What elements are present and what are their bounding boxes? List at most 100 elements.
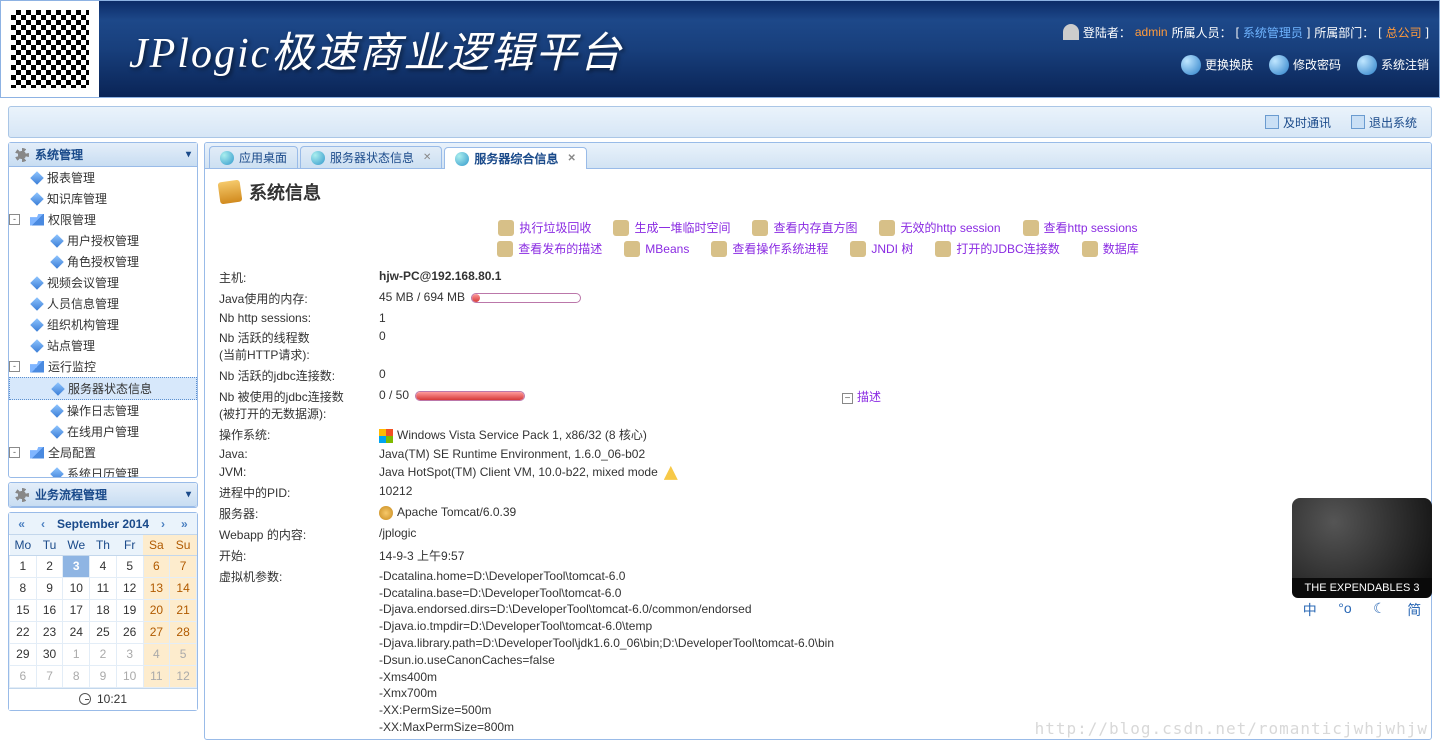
- cal-day[interactable]: 16: [36, 599, 63, 621]
- floating-widget[interactable]: THE EXPENDABLES 3 中 °o ☾ 简: [1292, 498, 1432, 620]
- cal-day[interactable]: 30: [36, 643, 63, 665]
- cal-day[interactable]: 19: [116, 599, 143, 621]
- cal-day[interactable]: 18: [90, 599, 117, 621]
- action-link[interactable]: 数据库: [1082, 240, 1139, 257]
- action-link[interactable]: 执行垃圾回收: [498, 219, 591, 236]
- cal-next[interactable]: »: [177, 517, 192, 531]
- cal-day[interactable]: 6: [10, 665, 37, 687]
- cal-day[interactable]: 12: [116, 577, 143, 599]
- cal-day[interactable]: 4: [90, 555, 117, 577]
- nav-tree[interactable]: 报表管理知识库管理-权限管理用户授权管理角色授权管理视频会议管理人员信息管理组织…: [9, 167, 197, 477]
- cal-day[interactable]: 9: [90, 665, 117, 687]
- cal-day[interactable]: 2: [90, 643, 117, 665]
- cal-day[interactable]: 8: [63, 665, 90, 687]
- action-link[interactable]: 查看http sessions: [1023, 219, 1138, 236]
- widget-btn-night[interactable]: ☾: [1373, 600, 1386, 620]
- cal-day[interactable]: 20: [143, 599, 170, 621]
- cal-day[interactable]: 14: [170, 577, 197, 599]
- widget-btn-simp[interactable]: 简: [1407, 600, 1421, 620]
- cal-next-month[interactable]: ›: [157, 517, 169, 531]
- nav-item-label: 站点管理: [47, 337, 95, 354]
- widget-btn-lang[interactable]: 中: [1303, 600, 1317, 620]
- cal-prev-month[interactable]: ‹: [37, 517, 49, 531]
- cal-prev[interactable]: «: [14, 517, 29, 531]
- dept-value[interactable]: 总公司: [1386, 24, 1422, 41]
- cal-day[interactable]: 1: [63, 643, 90, 665]
- notify-button[interactable]: 及时通讯: [1265, 114, 1331, 131]
- cal-day[interactable]: 7: [36, 665, 63, 687]
- nav-item[interactable]: 系统日历管理: [9, 463, 197, 477]
- content-body[interactable]: 系统信息 执行垃圾回收生成一堆临时空间查看内存直方图无效的http sessio…: [205, 169, 1431, 739]
- nav-item[interactable]: 在线用户管理: [9, 421, 197, 442]
- password-button[interactable]: 修改密码: [1269, 55, 1341, 75]
- nav-item[interactable]: 组织机构管理: [9, 314, 197, 335]
- cal-day[interactable]: 6: [143, 555, 170, 577]
- cal-day[interactable]: 15: [10, 599, 37, 621]
- cal-day[interactable]: 11: [143, 665, 170, 687]
- action-link[interactable]: 查看操作系统进程: [711, 240, 828, 257]
- cal-day[interactable]: 3: [116, 643, 143, 665]
- cal-day[interactable]: 25: [90, 621, 117, 643]
- cal-day[interactable]: 29: [10, 643, 37, 665]
- nav-item[interactable]: 人员信息管理: [9, 293, 197, 314]
- member-value[interactable]: 系统管理员: [1243, 24, 1303, 41]
- cal-day[interactable]: 9: [36, 577, 63, 599]
- nav-item[interactable]: 站点管理: [9, 335, 197, 356]
- cal-day[interactable]: 12: [170, 665, 197, 687]
- cal-day[interactable]: 11: [90, 577, 117, 599]
- nav-item[interactable]: -权限管理: [9, 209, 197, 230]
- close-icon[interactable]: ✕: [423, 152, 431, 163]
- tab[interactable]: 应用桌面: [209, 146, 298, 168]
- cal-day[interactable]: 3: [63, 555, 90, 577]
- action-link[interactable]: MBeans: [624, 240, 689, 257]
- cal-day[interactable]: 13: [143, 577, 170, 599]
- skin-button[interactable]: 更换换肤: [1181, 55, 1253, 75]
- widget-btn-weather[interactable]: °o: [1338, 600, 1351, 620]
- action-link[interactable]: JNDI 树: [850, 240, 913, 257]
- cal-day[interactable]: 5: [116, 555, 143, 577]
- cal-day[interactable]: 10: [63, 577, 90, 599]
- nav-item[interactable]: 操作日志管理: [9, 400, 197, 421]
- nav-item[interactable]: 服务器状态信息: [9, 377, 197, 400]
- logout-button[interactable]: 系统注销: [1357, 55, 1429, 75]
- cal-day[interactable]: 7: [170, 555, 197, 577]
- cal-day[interactable]: 22: [10, 621, 37, 643]
- bpm-panel-header[interactable]: 业务流程管理 ▾: [9, 483, 197, 507]
- collapse-toggle[interactable]: −: [842, 393, 853, 404]
- action-link[interactable]: 查看发布的描述: [497, 240, 602, 257]
- tree-toggle-icon[interactable]: -: [9, 214, 20, 225]
- nav-item[interactable]: 角色授权管理: [9, 251, 197, 272]
- cal-day[interactable]: 23: [36, 621, 63, 643]
- cal-day[interactable]: 26: [116, 621, 143, 643]
- nav-item[interactable]: -运行监控: [9, 356, 197, 377]
- cal-day[interactable]: 28: [170, 621, 197, 643]
- tree-toggle-icon[interactable]: -: [9, 447, 20, 458]
- nav-item[interactable]: 知识库管理: [9, 188, 197, 209]
- nav-item[interactable]: -全局配置: [9, 442, 197, 463]
- cal-day[interactable]: 17: [63, 599, 90, 621]
- nav-item[interactable]: 报表管理: [9, 167, 197, 188]
- cal-day[interactable]: 27: [143, 621, 170, 643]
- cal-day[interactable]: 21: [170, 599, 197, 621]
- nav-item[interactable]: 视频会议管理: [9, 272, 197, 293]
- cal-day[interactable]: 24: [63, 621, 90, 643]
- cal-day[interactable]: 1: [10, 555, 37, 577]
- cal-day[interactable]: 10: [116, 665, 143, 687]
- tree-toggle-icon[interactable]: -: [9, 361, 20, 372]
- action-link[interactable]: 打开的JDBC连接数: [935, 240, 1059, 257]
- cal-day[interactable]: 2: [36, 555, 63, 577]
- tab[interactable]: 服务器综合信息✕: [444, 147, 586, 169]
- tab[interactable]: 服务器状态信息✕: [300, 146, 442, 168]
- action-link[interactable]: 查看内存直方图: [752, 219, 857, 236]
- exit-system-button[interactable]: 退出系统: [1351, 114, 1417, 131]
- detail-link[interactable]: 描述: [857, 390, 881, 404]
- cal-day[interactable]: 8: [10, 577, 37, 599]
- cal-day[interactable]: 5: [170, 643, 197, 665]
- login-user[interactable]: admin: [1135, 25, 1168, 39]
- action-link[interactable]: 无效的http session: [879, 219, 1000, 236]
- nav-item[interactable]: 用户授权管理: [9, 230, 197, 251]
- close-icon[interactable]: ✕: [567, 153, 575, 164]
- nav-panel-header[interactable]: 系统管理 ▾: [9, 143, 197, 167]
- action-link[interactable]: 生成一堆临时空间: [613, 219, 730, 236]
- cal-day[interactable]: 4: [143, 643, 170, 665]
